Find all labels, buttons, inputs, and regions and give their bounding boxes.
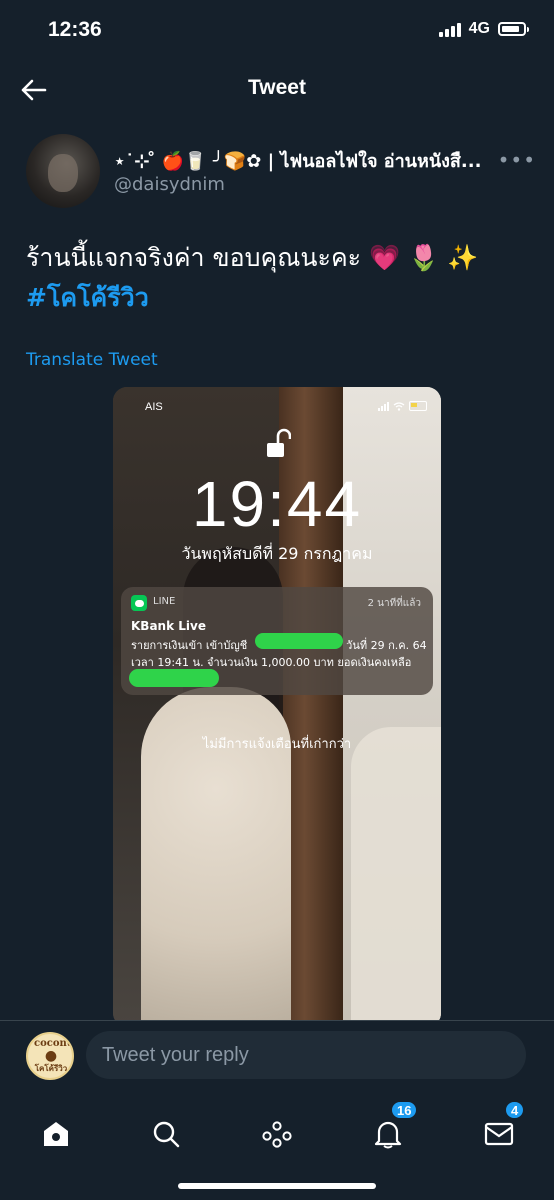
mail-icon bbox=[484, 1122, 514, 1146]
notification-app-name: LINE bbox=[153, 596, 176, 607]
redaction-mark bbox=[129, 669, 219, 687]
network-type: 4G bbox=[468, 20, 490, 37]
line-notification: LINE 2 นาทีที่แล้ว KBank Live รายการเงิน… bbox=[121, 587, 433, 695]
author-handle[interactable]: @daisydnim bbox=[114, 174, 225, 195]
status-time: 12:36 bbox=[48, 18, 102, 41]
tweet-media-image[interactable]: AIS 19:44 วันพฤหัสบดีที่ 29 กรกฎาคม LINE… bbox=[113, 387, 441, 1027]
no-older-notifications: ไม่มีการแจ้งเตือนที่เก่ากว่า bbox=[202, 737, 352, 752]
notification-time: 2 นาทีที่แล้ว bbox=[367, 598, 421, 609]
page-title: Tweet bbox=[248, 76, 306, 99]
reply-bar: coconut ● โคโค้รีวิว bbox=[0, 1020, 554, 1093]
messages-badge: 4 bbox=[504, 1100, 526, 1120]
author-avatar[interactable] bbox=[26, 134, 100, 208]
battery-icon bbox=[498, 22, 529, 36]
search-icon bbox=[153, 1121, 180, 1148]
cellular-signal-icon bbox=[438, 21, 461, 37]
reply-input[interactable] bbox=[86, 1031, 526, 1079]
lockscreen-status-icons bbox=[378, 401, 427, 411]
redaction-mark bbox=[255, 633, 343, 649]
translate-tweet-link[interactable]: Translate Tweet bbox=[26, 350, 158, 370]
author-display-name[interactable]: ⋆˙⊹ ̊ 🍎🥛 ╯🍞✿ | ไฟนอลไฟใจ อ่านหนังสื... bbox=[114, 146, 514, 175]
tab-spaces[interactable] bbox=[247, 1104, 307, 1164]
wifi-icon bbox=[393, 401, 405, 411]
spaces-icon bbox=[262, 1121, 292, 1148]
unlocked-padlock-icon bbox=[267, 428, 291, 457]
tab-home[interactable] bbox=[26, 1104, 86, 1164]
lockscreen-date: วันพฤหัสบดีที่ 29 กรกฎาคม bbox=[181, 544, 373, 563]
tweet-text: ร้านนี้แจกจริงค่า ขอบคุณนะคะ 💗 🌷 ✨ #โคโค… bbox=[26, 238, 526, 318]
more-options-button[interactable]: ••• bbox=[498, 148, 536, 172]
notifications-badge: 16 bbox=[390, 1100, 419, 1120]
user-avatar[interactable]: coconut ● โคโค้รีวิว bbox=[26, 1032, 74, 1080]
tab-search[interactable] bbox=[136, 1104, 196, 1164]
lockscreen-time: 19:44 bbox=[191, 468, 363, 540]
status-indicators: 4G bbox=[438, 20, 529, 38]
top-navigation: Tweet bbox=[0, 62, 554, 118]
tweet-body: ร้านนี้แจกจริงค่า ขอบคุณนะคะ 💗 🌷 ✨ bbox=[26, 243, 479, 272]
status-bar: 12:36 4G bbox=[0, 0, 554, 62]
notification-title: KBank Live bbox=[131, 619, 206, 633]
lockscreen-carrier: AIS bbox=[145, 401, 163, 413]
bell-icon bbox=[374, 1121, 402, 1149]
home-icon bbox=[44, 1122, 68, 1146]
line-app-icon bbox=[131, 595, 147, 611]
tweet-author: ⋆˙⊹ ̊ 🍎🥛 ╯🍞✿ | ไฟนอลไฟใจ อ่านหนังสื... @… bbox=[26, 134, 536, 210]
lockscreen-battery-icon bbox=[409, 401, 427, 411]
hashtag-link[interactable]: #โคโค้รีวิว bbox=[26, 278, 526, 318]
home-indicator bbox=[178, 1183, 376, 1189]
lockscreen-signal-icon bbox=[378, 401, 389, 411]
